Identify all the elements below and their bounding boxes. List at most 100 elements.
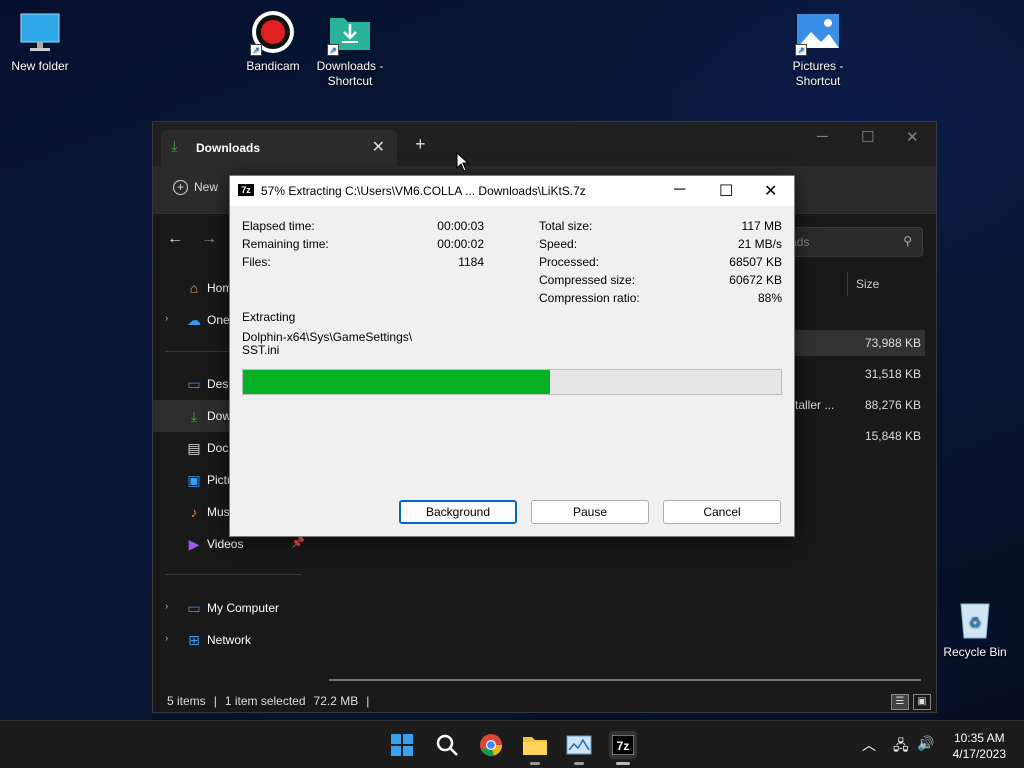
files-value: 1184 [458,255,484,269]
chevron-up-icon[interactable]: ︿ [862,735,876,755]
elapsed-time-value: 00:00:03 [437,219,484,233]
compression-ratio-value: 88% [757,291,782,305]
sidebar-item-network[interactable]: › ⊞ Network [153,626,311,654]
file-row[interactable]: 73,988 KB [785,330,925,356]
chevron-right-icon[interactable]: › [165,601,168,612]
remaining-time-label: Remaining time: [242,237,329,251]
status-bar: 5 items | 1 item selected 72.2 MB | [167,694,377,708]
minimize-icon[interactable]: ─ [674,181,685,199]
onedrive-icon: ☁ [187,312,201,328]
chevron-right-icon[interactable]: › [165,633,168,644]
desktop-icon-recycle-bin[interactable]: ♻ Recycle Bin [935,596,1015,660]
column-header-size[interactable]: Size [847,272,931,296]
task-manager-icon[interactable] [565,731,593,765]
compression-ratio-label: Compression ratio: [539,291,640,305]
compressed-size-label: Compressed size: [539,273,636,287]
new-tab-button[interactable]: + [415,134,426,155]
sidebar-item-label: Mus [207,505,230,519]
speed-label: Speed: [539,237,578,251]
sidebar-item-my-computer[interactable]: › ▭ My Computer [153,594,311,622]
sidebar-item-label: Network [207,633,252,647]
network-status-icon[interactable]: 🖧 [893,735,909,759]
file-size: 15,848 KB [864,429,921,443]
status-selected-size: 72.2 MB [313,694,359,708]
bandicam-record-icon: ↗ [250,10,296,56]
desktop-icon-new-folder[interactable]: New folder [0,10,80,74]
file-size: 31,518 KB [864,367,921,381]
file-row[interactable]: staller ... 88,276 KB [785,392,925,418]
horizontal-scrollbar[interactable] [329,679,921,681]
pictures-icon: ↗ [795,10,841,56]
file-explorer-icon[interactable] [521,731,549,765]
search-icon[interactable] [433,731,461,759]
close-icon[interactable]: ✕ [906,128,919,146]
status-separator: | [366,694,370,708]
shortcut-arrow-icon: ↗ [795,44,807,56]
new-button[interactable]: + New [173,180,218,195]
desktop-icon-label: New folder [11,59,69,73]
remaining-time-value: 00:00:02 [437,237,484,251]
pin-icon[interactable]: 📌 [291,536,305,549]
new-button-label: New [194,180,219,194]
download-icon: ⤓ [171,138,178,155]
desktop-icon-downloads-shortcut[interactable]: ↗ Downloads - Shortcut [310,10,390,89]
plus-icon: + [173,180,188,195]
forward-arrow-icon[interactable]: → [201,230,217,248]
home-icon: ⌂ [189,280,199,296]
minimize-icon[interactable]: ─ [817,128,828,145]
tab-downloads[interactable]: ⤓ Downloads ✕ [161,130,397,166]
processed-value: 68507 KB [729,255,782,269]
7zip-icon[interactable]: 7z [609,731,637,765]
taskbar: 7z ︿ 🖧 🔊 10:35 AM 4/17/2023 [0,720,1024,768]
svg-text:7z: 7z [617,739,630,753]
desktop-icon-bandicam[interactable]: ↗ Bandicam [233,10,313,74]
desktop-icon-label: Recycle Bin [943,645,1007,659]
chevron-right-icon[interactable]: › [165,313,168,324]
search-icon: ⚲ [903,234,912,248]
close-icon[interactable]: ✕ [764,181,777,201]
system-clock[interactable]: 10:35 AM 4/17/2023 [953,730,1006,762]
music-icon: ♪ [190,504,198,520]
shortcut-arrow-icon: ↗ [250,44,262,56]
sidebar-item-label: Videos [207,537,244,551]
status-separator: | [213,694,217,708]
file-name: staller ... [789,398,835,412]
details-view-icon[interactable]: ☰ [891,694,909,710]
desktop-icon-label: Pictures - Shortcut [792,59,844,88]
sidebar-item-label: One [207,313,230,327]
volume-icon[interactable]: 🔊 [917,735,934,752]
recycle-bin-icon: ♻ [952,596,998,642]
pause-button[interactable]: Pause [531,500,649,524]
svg-text:♻: ♻ [969,614,982,630]
background-button[interactable]: Background [399,500,517,524]
maximize-icon[interactable]: ☐ [861,128,874,146]
chrome-icon[interactable] [477,731,505,759]
sidebar-divider [165,574,301,575]
extract-progress-dialog: 7z 57% Extracting C:\Users\VM6.COLLA ...… [229,175,795,537]
maximize-icon[interactable]: ☐ [719,181,733,201]
close-tab-icon[interactable]: ✕ [372,137,385,157]
file-row[interactable]: 31,518 KB [785,361,925,387]
windows-start-icon[interactable] [388,731,416,759]
speed-value: 21 MB/s [737,237,782,251]
computer-icon: ▭ [187,600,201,616]
running-indicator [574,762,584,765]
documents-icon: ▤ [187,440,201,456]
running-indicator [616,762,630,765]
file-row[interactable]: 15,848 KB [785,423,925,449]
tab-title: Downloads [196,141,261,155]
cancel-button[interactable]: Cancel [663,500,781,524]
clock-date: 4/17/2023 [952,747,1006,761]
file-size: 73,988 KB [864,336,921,350]
monitor-icon [17,10,63,56]
dialog-titlebar: 7z 57% Extracting C:\Users\VM6.COLLA ...… [230,176,794,206]
explorer-titlebar: ⤓ Downloads ✕ + ─ ☐ ✕ [153,122,936,166]
file-size: 88,276 KB [864,398,921,412]
sidebar-item-label: Dow [207,409,232,423]
network-icon: ⊞ [188,632,200,648]
back-arrow-icon[interactable]: ← [167,230,183,248]
clock-time: 10:35 AM [953,731,1005,745]
tiles-view-icon[interactable]: ▣ [913,694,931,710]
status-selected: 1 item selected [224,694,306,708]
desktop-icon-pictures-shortcut[interactable]: ↗ Pictures - Shortcut [778,10,858,89]
